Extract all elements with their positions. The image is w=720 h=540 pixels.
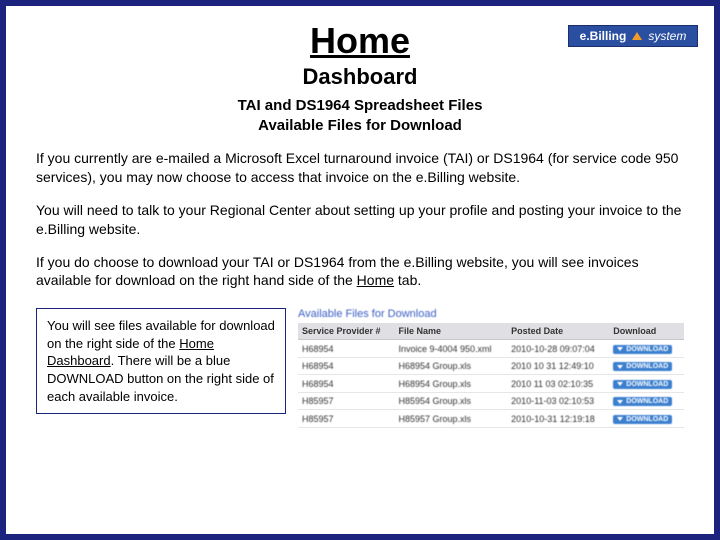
table-row: H85957 H85957 Group.xls 2010-10-31 12:19… (298, 410, 684, 428)
files-panel: Available Files for Download Service Pro… (298, 308, 684, 428)
table-row: H68954 H68954 Group.xls 2010 11 03 02:10… (298, 375, 684, 393)
table-header-row: Service Provider # File Name Posted Date… (298, 323, 684, 340)
table-row: H85957 H85954 Group.xls 2010-11-03 02:10… (298, 392, 684, 410)
download-button[interactable]: DOWNLOAD (613, 415, 672, 424)
subhead-line-2: Available Files for Download (258, 117, 462, 134)
callout-text-a: You will see files available for downloa… (47, 318, 275, 351)
col-file: File Name (395, 323, 508, 340)
slide-frame: e.Billing system Home Dashboard TAI and … (0, 0, 720, 540)
cell-posted: 2010 11 03 02:10:35 (507, 375, 609, 393)
cell-file: H85957 Group.xls (395, 410, 508, 428)
cell-provider: H68954 (298, 357, 395, 375)
paragraph-1: If you currently are e-mailed a Microsof… (36, 149, 684, 187)
cell-file: H68954 Group.xls (395, 357, 508, 375)
download-button[interactable]: DOWNLOAD (613, 362, 672, 371)
col-download: Download (609, 323, 684, 340)
files-heading: Available Files for Download (298, 308, 684, 320)
table-row: H68954 Invoice 9-4004 950.xml 2010-10-28… (298, 340, 684, 358)
paragraph-3: If you do choose to download your TAI or… (36, 253, 684, 291)
logo-text-left: e.Billing (580, 29, 627, 43)
logo-text-right: system (648, 29, 686, 43)
callout-box: You will see files available for downloa… (36, 308, 286, 414)
cell-provider: H68954 (298, 340, 395, 358)
cell-posted: 2010 10 31 12:49:10 (507, 357, 609, 375)
ebilling-logo: e.Billing system (568, 25, 698, 47)
cell-provider: H85957 (298, 410, 395, 428)
triangle-icon (632, 32, 642, 40)
col-posted: Posted Date (507, 323, 609, 340)
subhead-line-1: TAI and DS1964 Spreadsheet Files (238, 97, 483, 114)
para3-text-b: tab. (394, 272, 421, 288)
download-button[interactable]: DOWNLOAD (613, 345, 672, 354)
cell-download: DOWNLOAD (609, 340, 684, 358)
cell-posted: 2010-10-28 09:07:04 (507, 340, 609, 358)
callout-dashboard: Dashboard (47, 353, 111, 368)
cell-posted: 2010-10-31 12:19:18 (507, 410, 609, 428)
cell-file: Invoice 9-4004 950.xml (395, 340, 508, 358)
para3-text-a: If you do choose to download your TAI or… (36, 254, 639, 289)
col-provider: Service Provider # (298, 323, 395, 340)
para3-home-link: Home (357, 272, 394, 288)
page-subtitle: Dashboard (36, 64, 684, 90)
callout-home: Home (179, 336, 214, 351)
cell-download: DOWNLOAD (609, 392, 684, 410)
cell-provider: H85957 (298, 392, 395, 410)
download-button[interactable]: DOWNLOAD (613, 397, 672, 406)
cell-file: H85954 Group.xls (395, 392, 508, 410)
cell-provider: H68954 (298, 375, 395, 393)
cell-download: DOWNLOAD (609, 375, 684, 393)
bottom-row: You will see files available for downloa… (36, 308, 684, 428)
cell-file: H68954 Group.xls (395, 375, 508, 393)
files-table: Service Provider # File Name Posted Date… (298, 323, 684, 428)
download-button[interactable]: DOWNLOAD (613, 380, 672, 389)
section-heading: TAI and DS1964 Spreadsheet Files Availab… (36, 96, 684, 135)
cell-download: DOWNLOAD (609, 357, 684, 375)
cell-download: DOWNLOAD (609, 410, 684, 428)
paragraph-2: You will need to talk to your Regional C… (36, 201, 684, 239)
table-row: H68954 H68954 Group.xls 2010 10 31 12:49… (298, 357, 684, 375)
cell-posted: 2010-11-03 02:10:53 (507, 392, 609, 410)
